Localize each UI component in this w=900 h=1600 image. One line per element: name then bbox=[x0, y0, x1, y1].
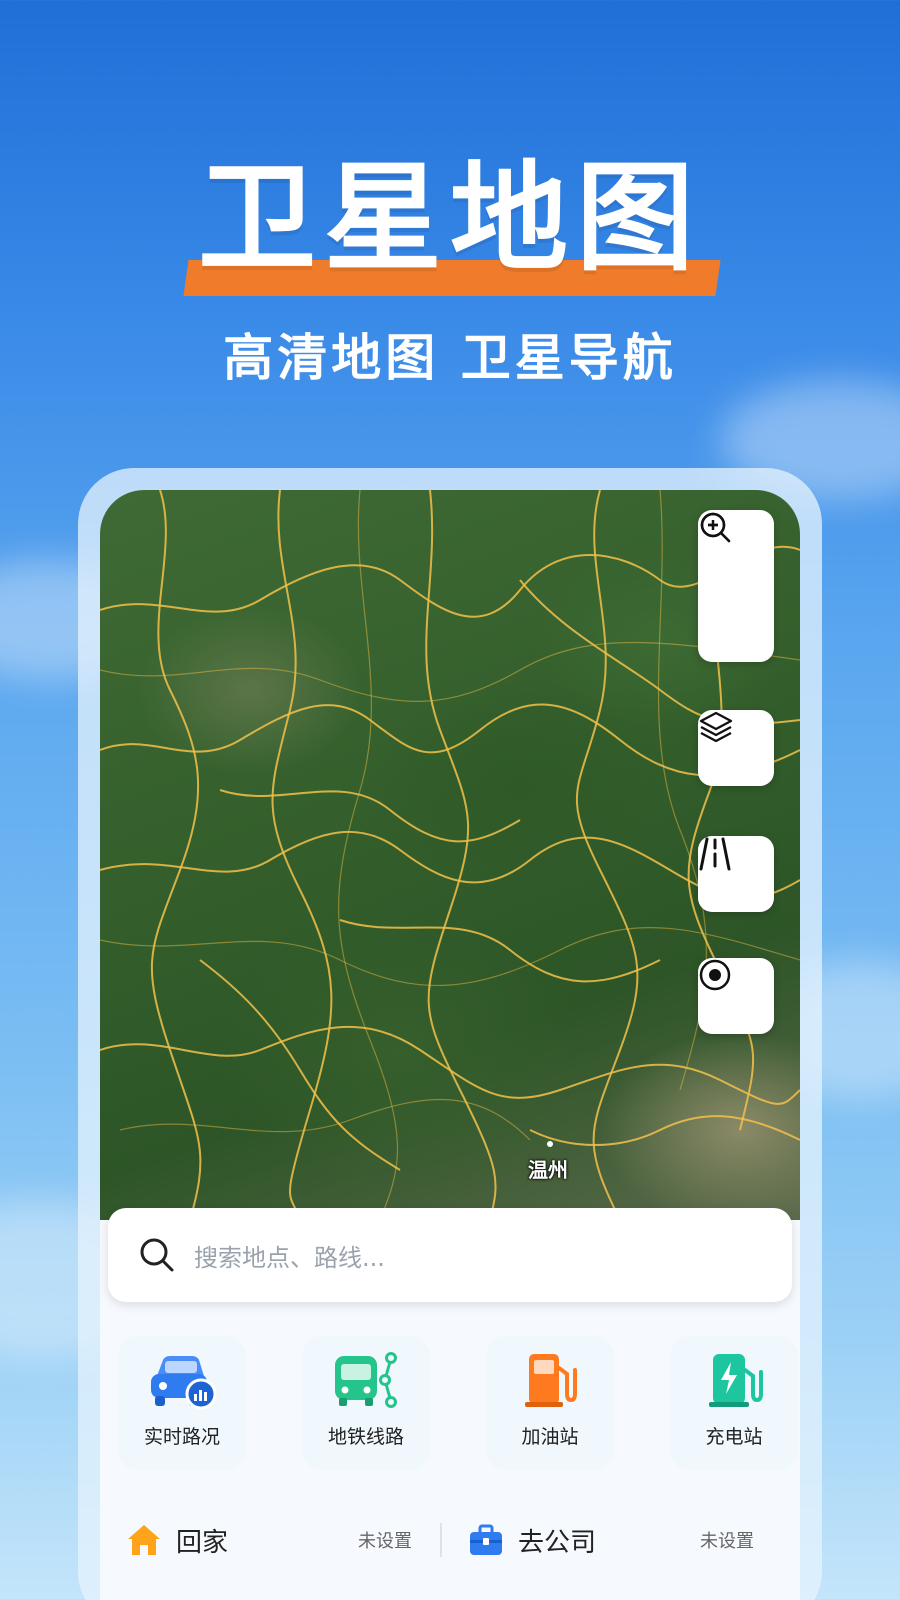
search-bar[interactable]: 搜索地点、路线... bbox=[108, 1208, 792, 1302]
shortcut-grid: 实时路况 地铁线路 加油站 充电站 bbox=[118, 1336, 798, 1470]
bus-route-icon bbox=[335, 1352, 397, 1408]
app-screen: 温州 搜索地点、路线... 实时路况 地铁线路 加油站 充电站 回家 未设置 去… bbox=[100, 490, 800, 1600]
road-button[interactable] bbox=[698, 836, 774, 912]
map-roads bbox=[100, 490, 800, 1220]
hero-title-area: 卫星地图 bbox=[0, 149, 900, 296]
locate-icon bbox=[699, 959, 731, 991]
shortcut-traffic[interactable]: 实时路况 bbox=[118, 1336, 246, 1470]
home-label: 回家 bbox=[176, 1527, 229, 1558]
zoom-controls bbox=[698, 510, 774, 662]
road-control bbox=[698, 836, 774, 912]
home-shortcut[interactable]: 回家 未设置 bbox=[100, 1522, 440, 1559]
work-status: 未设置 bbox=[700, 1531, 754, 1552]
charging-station-icon bbox=[709, 1354, 763, 1407]
briefcase-icon bbox=[470, 1524, 502, 1555]
shortcut-traffic-label: 实时路况 bbox=[143, 1426, 220, 1448]
city-marker bbox=[547, 1141, 553, 1147]
locate-control bbox=[698, 958, 774, 1034]
layers-control bbox=[698, 710, 774, 786]
locate-button[interactable] bbox=[698, 958, 774, 1034]
work-shortcut[interactable]: 去公司 未设置 bbox=[442, 1522, 782, 1559]
car-traffic-icon bbox=[151, 1356, 217, 1410]
shortcut-gas[interactable]: 加油站 bbox=[486, 1336, 614, 1470]
saved-places: 回家 未设置 去公司 未设置 bbox=[100, 1500, 800, 1580]
shortcut-metro-label: 地铁线路 bbox=[327, 1426, 404, 1448]
shortcut-gas-label: 加油站 bbox=[521, 1426, 579, 1448]
search-icon bbox=[140, 1238, 174, 1272]
zoom-out-icon bbox=[700, 512, 731, 543]
shortcut-metro[interactable]: 地铁线路 bbox=[302, 1336, 430, 1470]
shortcut-charging-label: 充电站 bbox=[705, 1426, 763, 1448]
gas-station-icon bbox=[525, 1354, 577, 1407]
home-icon bbox=[128, 1525, 160, 1555]
zoom-out-button[interactable] bbox=[698, 512, 774, 662]
city-label: 温州 bbox=[528, 1158, 568, 1182]
satellite-map[interactable]: 温州 bbox=[100, 490, 800, 1220]
road-icon bbox=[699, 837, 731, 871]
hero-subtitle: 高清地图 卫星导航 bbox=[223, 329, 677, 387]
phone-frame: 温州 搜索地点、路线... 实时路况 地铁线路 加油站 充电站 回家 未设置 去… bbox=[78, 468, 822, 1600]
shortcut-charging[interactable]: 充电站 bbox=[670, 1336, 798, 1470]
hero-title: 卫星地图 bbox=[197, 149, 702, 287]
layers-icon bbox=[699, 711, 733, 742]
home-status: 未设置 bbox=[358, 1531, 412, 1552]
work-label: 去公司 bbox=[518, 1527, 597, 1558]
layers-button[interactable] bbox=[698, 710, 774, 786]
search-input[interactable]: 搜索地点、路线... bbox=[194, 1238, 385, 1273]
